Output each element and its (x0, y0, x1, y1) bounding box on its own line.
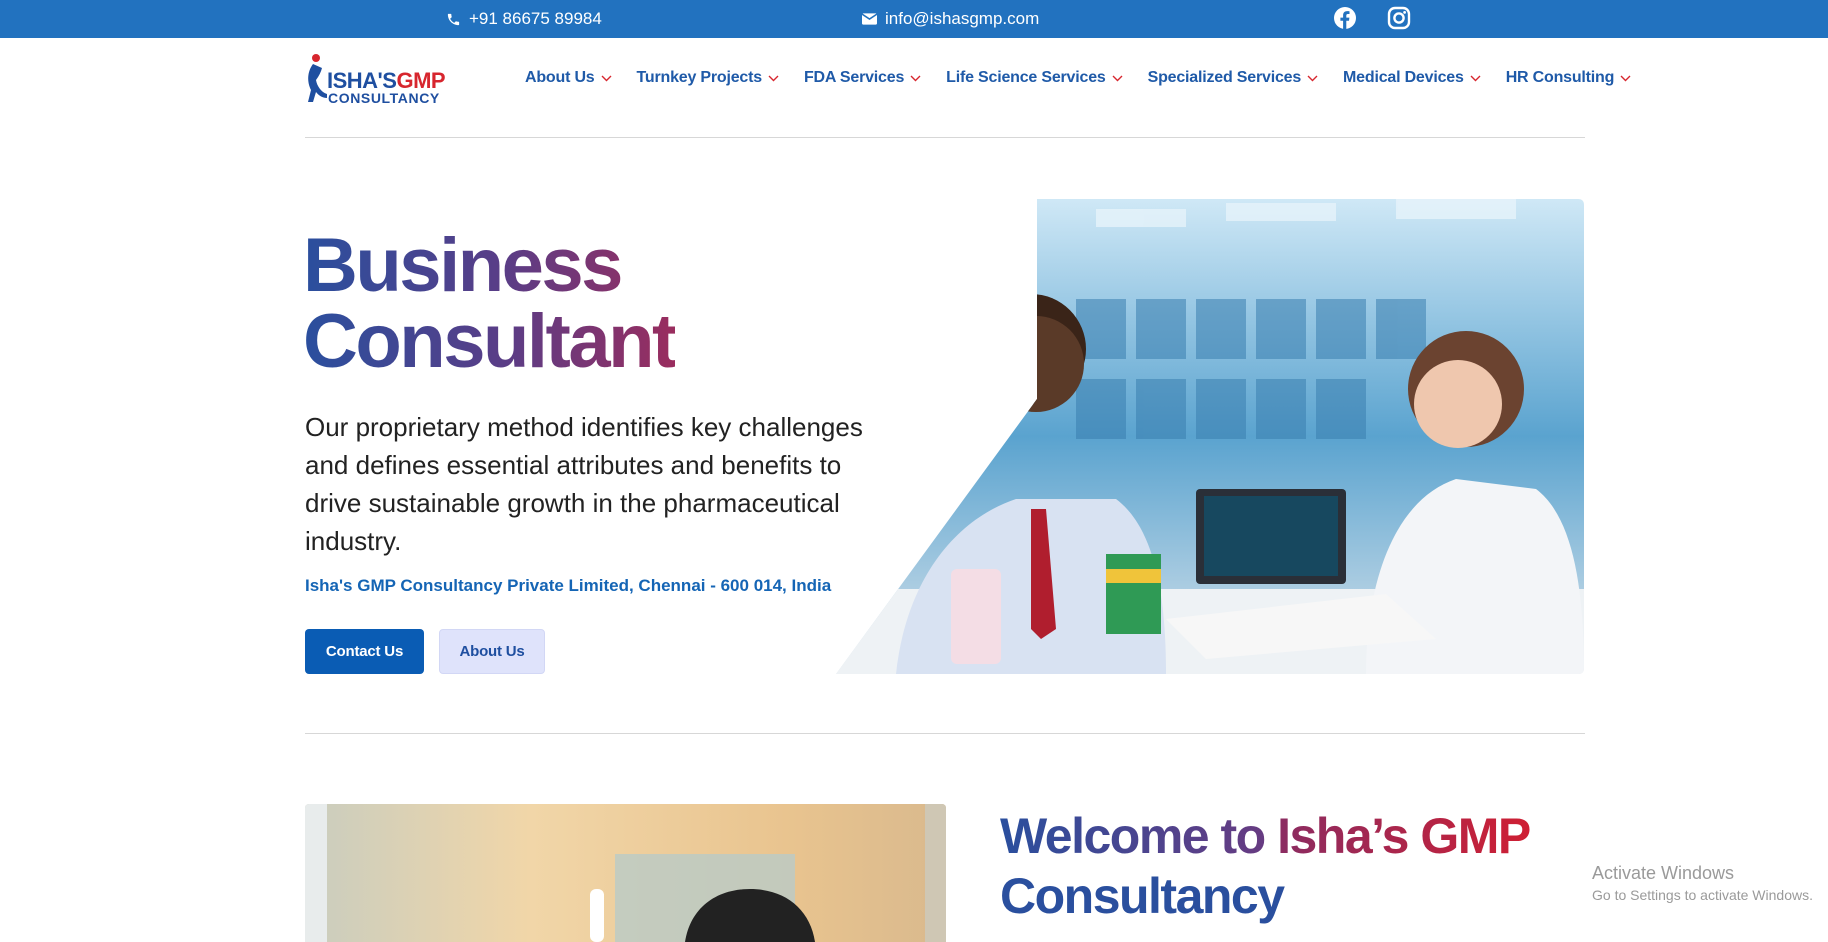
nav-fda-services[interactable]: FDA Services (804, 67, 921, 89)
chevron-down-icon (1470, 75, 1481, 81)
hero-description: Our proprietary method identifies key ch… (305, 412, 863, 556)
instagram-icon[interactable] (1387, 6, 1411, 30)
nav-label: Specialized Services (1147, 69, 1302, 86)
hero-photo-doctors (836, 199, 1584, 674)
windows-activation-watermark: Activate Windows Go to Settings to activ… (1592, 862, 1813, 904)
hero-title: Business Consultant (303, 228, 675, 380)
welcome-title-part3: Consultancy (1000, 868, 1285, 924)
about-us-button[interactable]: About Us (439, 629, 545, 674)
welcome-title: Welcome to Isha’s GMP Consultancy (1000, 806, 1560, 926)
logo-figure-icon (308, 54, 327, 102)
nav-label: Turnkey Projects (636, 69, 763, 86)
welcome-title-brand: Isha’s GMP (1277, 808, 1531, 864)
phone-icon (447, 13, 460, 25)
nav-turnkey-projects[interactable]: Turnkey Projects (637, 67, 779, 89)
company-address: Isha's GMP Consultancy Private Limited, … (305, 576, 832, 595)
nav-about-us[interactable]: About Us (525, 67, 612, 89)
chevron-down-icon (910, 75, 921, 81)
facebook-icon[interactable] (1333, 6, 1357, 30)
nav-label: HR Consulting (1505, 69, 1615, 86)
watermark-line1: Activate Windows (1592, 863, 1735, 883)
welcome-title-part1: Welcome to (1000, 808, 1278, 864)
email-contact[interactable]: info@ishasgmp.com (862, 0, 1039, 38)
phone-contact[interactable]: +91 86675 89984 (446, 0, 602, 38)
envelope-icon (862, 13, 877, 25)
logo-tagline: CONSULTANCY (328, 90, 440, 106)
nav-hr-consulting[interactable]: HR Consulting (1506, 67, 1632, 89)
nav-life-science-services[interactable]: Life Science Services (946, 67, 1123, 89)
nav-specialized-services[interactable]: Specialized Services (1148, 67, 1318, 89)
chevron-down-icon (601, 75, 612, 81)
chevron-down-icon (768, 75, 779, 81)
nav-medical-devices[interactable]: Medical Devices (1343, 67, 1481, 89)
nav-label: About Us (525, 69, 595, 86)
top-contact-bar: +91 86675 89984 info@ishasgmp.com (0, 0, 1828, 38)
chevron-down-icon (1307, 75, 1318, 81)
header-divider (305, 137, 1585, 138)
watermark-line2: Go to Settings to activate Windows. (1592, 887, 1813, 903)
phone-number: +91 86675 89984 (469, 9, 602, 28)
nav-label: Medical Devices (1343, 69, 1464, 86)
company-logo[interactable]: ISHA'SGMP CONSULTANCY (305, 52, 465, 108)
hero-title-line2: Consultant (303, 299, 675, 384)
chevron-down-icon (1112, 75, 1123, 81)
email-address: info@ishasgmp.com (885, 9, 1040, 28)
welcome-photo (305, 804, 946, 942)
chevron-down-icon (1620, 75, 1631, 81)
contact-us-button[interactable]: Contact Us (305, 629, 424, 674)
nav-label: Life Science Services (946, 69, 1106, 86)
nav-label: FDA Services (803, 69, 905, 86)
section-divider (305, 733, 1585, 734)
hero-title-line1: Business (303, 223, 621, 308)
main-navigation: About Us Turnkey Projects FDA Services L… (525, 67, 1656, 89)
